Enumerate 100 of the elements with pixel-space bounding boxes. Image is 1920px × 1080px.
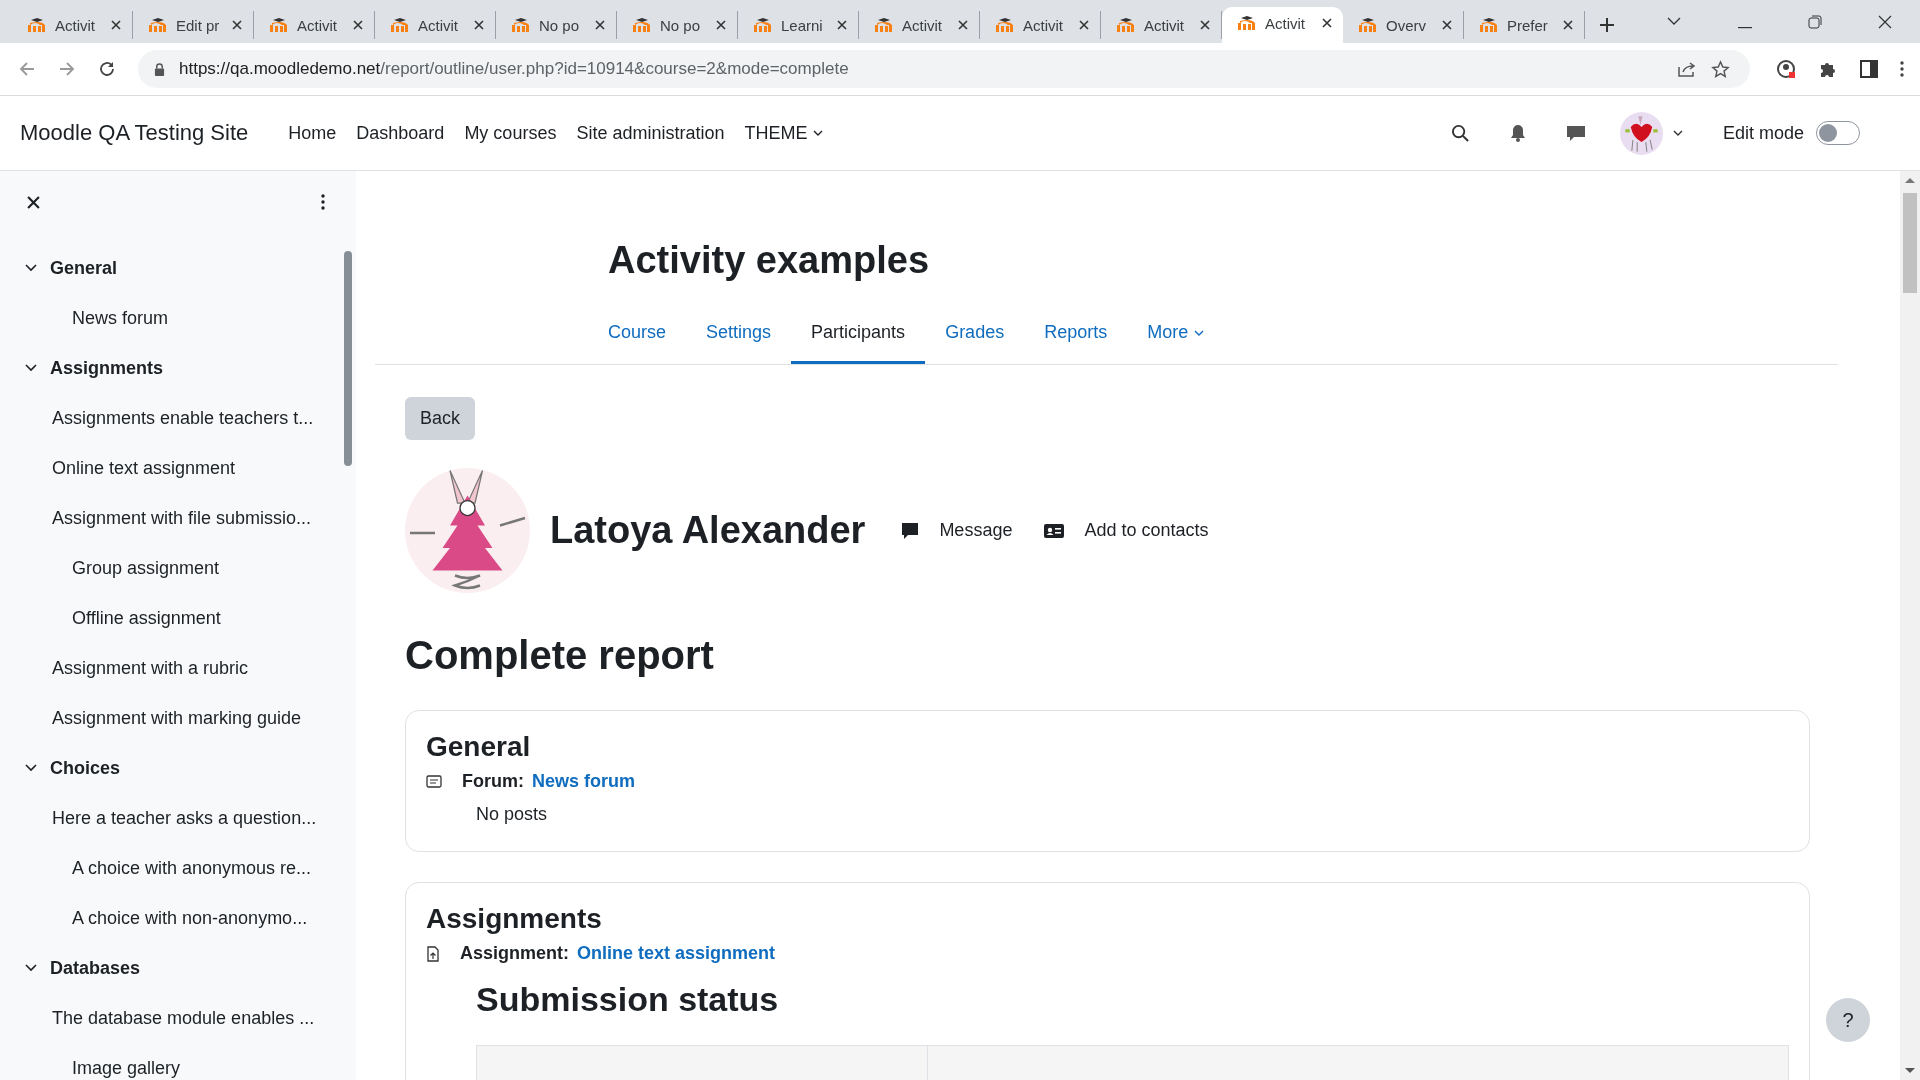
- kebab-menu-icon[interactable]: [321, 194, 325, 210]
- activity-link[interactable]: Group assignment: [0, 543, 356, 593]
- share-icon[interactable]: [1677, 60, 1697, 78]
- activity-link[interactable]: Assignment with marking guide: [0, 693, 356, 743]
- activity-link[interactable]: Online text assignment: [0, 443, 356, 493]
- course-tab[interactable]: Settings: [686, 322, 792, 364]
- minimize-icon[interactable]: [1738, 27, 1752, 29]
- close-icon[interactable]: [594, 19, 606, 31]
- section-title[interactable]: Assignments: [50, 357, 164, 379]
- close-icon[interactable]: [110, 19, 122, 31]
- kebab-menu-icon[interactable]: [1900, 61, 1904, 77]
- browser-tab[interactable]: Activit: [1222, 7, 1343, 43]
- contact-card-icon: [1044, 522, 1065, 539]
- browser-tab[interactable]: Activit: [254, 11, 375, 39]
- chevron-icon[interactable]: [25, 964, 37, 972]
- activity-link[interactable]: Offline assignment: [0, 593, 356, 643]
- section-title[interactable]: General: [50, 257, 118, 279]
- browser-tab[interactable]: Activit: [12, 11, 133, 39]
- browser-tab[interactable]: No po: [496, 11, 617, 39]
- activity-link[interactable]: The database module enables ...: [0, 993, 356, 1043]
- moodle-icon: [510, 17, 530, 33]
- back-button[interactable]: Back: [405, 397, 476, 440]
- caret-icon: [813, 130, 824, 136]
- chevron-icon[interactable]: [25, 764, 37, 772]
- scroll-down-icon[interactable]: [1905, 1068, 1915, 1074]
- activity-link[interactable]: A choice with non-anonymo...: [0, 893, 356, 943]
- user-name: Latoya Alexander: [550, 509, 866, 552]
- chevron-down-icon[interactable]: [1672, 130, 1683, 136]
- activity-link[interactable]: Assignment with a rubric: [0, 643, 356, 693]
- chevron-icon[interactable]: [25, 264, 37, 272]
- course-tab[interactable]: Reports: [1024, 322, 1128, 364]
- nav-link[interactable]: Dashboard: [356, 122, 445, 144]
- star-icon[interactable]: [1711, 59, 1730, 79]
- close-icon[interactable]: [1078, 19, 1090, 31]
- nav-link[interactable]: Site administration: [576, 122, 725, 144]
- activity-link[interactable]: News forum: [0, 293, 356, 343]
- speech-bubble-icon: [901, 521, 920, 540]
- close-icon[interactable]: [1441, 19, 1453, 31]
- nav-dropdown[interactable]: THEME: [744, 122, 824, 144]
- moodle-icon: [1236, 15, 1256, 31]
- close-icon[interactable]: [352, 19, 364, 31]
- course-tab[interactable]: Grades: [925, 322, 1025, 364]
- close-icon[interactable]: [473, 19, 485, 31]
- reload-icon[interactable]: [98, 60, 116, 78]
- user-action-link[interactable]: Add to contacts: [1044, 520, 1209, 541]
- user-action-link[interactable]: Message: [901, 520, 1013, 541]
- add-icon[interactable]: [1599, 17, 1615, 33]
- browser-tab[interactable]: Activit: [375, 11, 496, 39]
- close-icon[interactable]: [1878, 15, 1892, 29]
- browser-tab[interactable]: Overv: [1343, 11, 1464, 39]
- moodle-icon: [26, 17, 46, 33]
- bell-icon[interactable]: [1509, 124, 1526, 142]
- close-icon[interactable]: [1321, 17, 1333, 29]
- section-title[interactable]: Databases: [50, 957, 141, 979]
- moodle-icon: [389, 17, 409, 33]
- caret-icon: [1194, 329, 1205, 336]
- nav-link[interactable]: My courses: [464, 122, 557, 144]
- activity-link[interactable]: Here a teacher asks a question...: [0, 793, 356, 843]
- site-name[interactable]: Moodle QA Testing Site: [20, 120, 249, 146]
- close-icon[interactable]: [836, 19, 848, 31]
- forward-icon[interactable]: [58, 60, 76, 78]
- moodle-icon: [752, 17, 772, 33]
- browser-tab[interactable]: Activit: [1101, 11, 1222, 39]
- browser-tab[interactable]: Activit: [859, 11, 980, 39]
- activity-link[interactable]: A choice with anonymous re...: [0, 843, 356, 893]
- scrollbar-thumb[interactable]: [1903, 193, 1917, 293]
- course-tab[interactable]: More: [1127, 322, 1225, 364]
- close-icon[interactable]: [1562, 19, 1574, 31]
- scrollbar[interactable]: [1900, 171, 1920, 1080]
- activity-link[interactable]: Online text assignment: [577, 943, 776, 964]
- side-panel-icon[interactable]: [1860, 60, 1878, 78]
- close-icon[interactable]: [27, 195, 40, 209]
- restore-icon[interactable]: [1808, 15, 1822, 29]
- browser-tab[interactable]: Learni: [738, 11, 859, 39]
- scrollbar-thumb[interactable]: [344, 251, 352, 466]
- help-button[interactable]: ?: [1826, 998, 1870, 1042]
- activity-link[interactable]: News forum: [532, 771, 636, 792]
- activity-type-label: Forum:: [462, 771, 524, 792]
- close-icon[interactable]: [715, 19, 727, 31]
- browser-tab[interactable]: Activit: [980, 11, 1101, 39]
- address-bar[interactable]: https://qa.moodledemo.net/report/outline/user.php?id=10914&course=2&mode=complete: [138, 50, 1750, 88]
- chevron-icon[interactable]: [25, 364, 37, 372]
- activity-link[interactable]: Image gallery: [0, 1043, 356, 1080]
- nav-link[interactable]: Home: [288, 122, 337, 144]
- back-icon[interactable]: [18, 60, 36, 78]
- chat-icon[interactable]: [1565, 124, 1586, 142]
- close-icon[interactable]: [957, 19, 969, 31]
- browser-tab[interactable]: Edit pr: [133, 11, 254, 39]
- extension-icon[interactable]: [1776, 59, 1796, 79]
- section-title[interactable]: Choices: [50, 757, 121, 779]
- close-icon[interactable]: [1199, 19, 1211, 31]
- course-tab[interactable]: Participants: [791, 322, 926, 364]
- browser-tab[interactable]: No po: [617, 11, 738, 39]
- activity-link[interactable]: Assignment with file submissio...: [0, 493, 356, 543]
- scroll-up-icon[interactable]: [1905, 177, 1915, 183]
- search-icon[interactable]: [1450, 123, 1470, 143]
- browser-tab[interactable]: Prefer: [1464, 11, 1585, 39]
- course-tab[interactable]: Course: [608, 322, 687, 364]
- close-icon[interactable]: [231, 19, 243, 31]
- activity-link[interactable]: Assignments enable teachers t...: [0, 393, 356, 443]
